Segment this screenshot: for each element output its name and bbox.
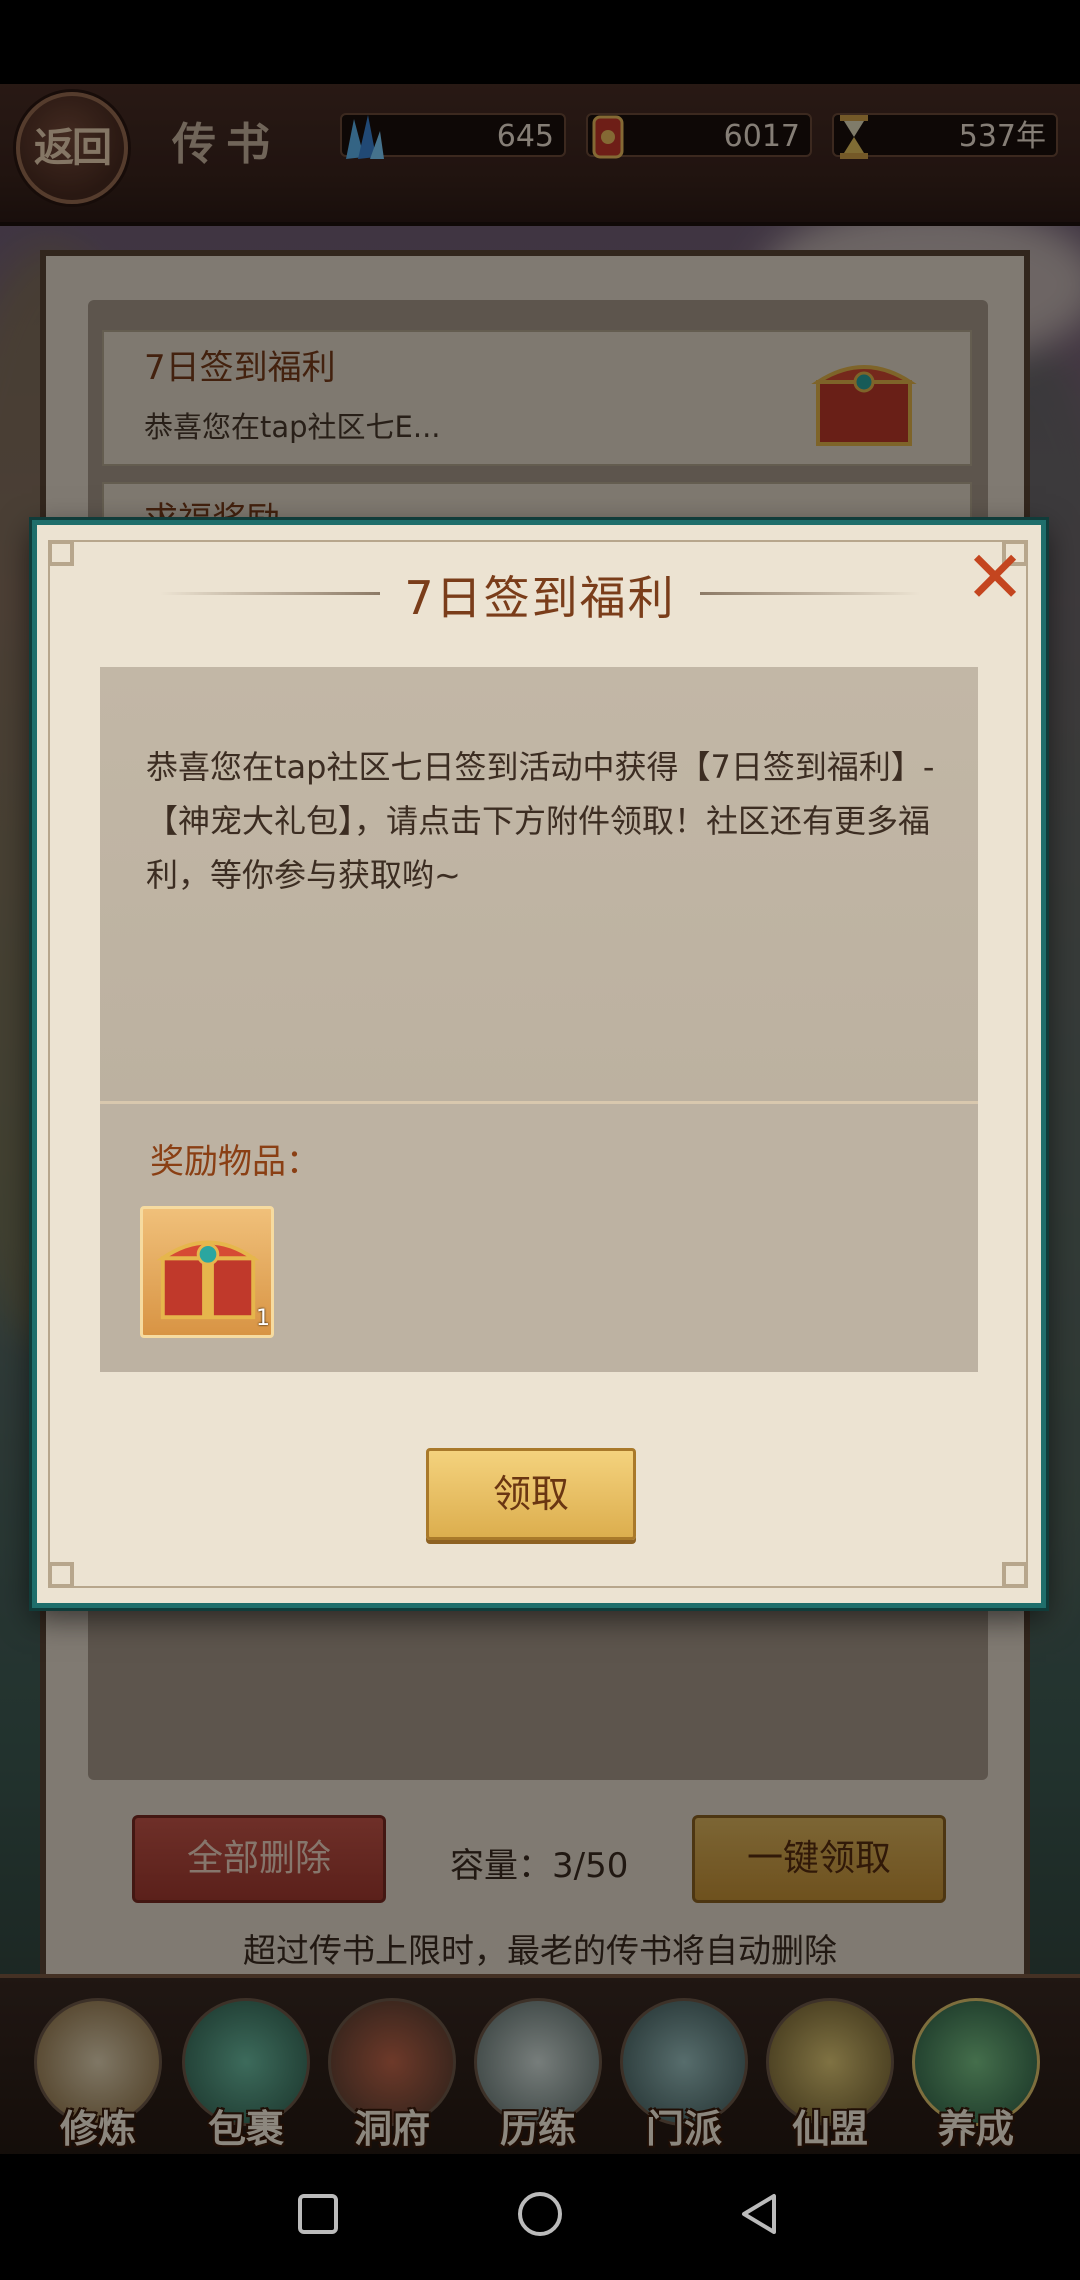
modal-title: 7日签到福利: [404, 571, 676, 625]
reward-count: 1: [256, 1306, 270, 1331]
claim-button[interactable]: 领取: [426, 1448, 636, 1540]
close-icon[interactable]: ✕: [962, 541, 1028, 613]
message-text: 恭喜您在tap社区七日签到活动中获得【7日签到福利】-【神宠大礼包】，请点击下方…: [146, 748, 935, 894]
back-nav-icon[interactable]: [738, 2192, 782, 2236]
system-nav-bar: [0, 2154, 1080, 2280]
frame-corner: [48, 1562, 74, 1588]
reward-item-slot[interactable]: [140, 1206, 274, 1338]
reward-label: 奖励物品：: [150, 1142, 320, 1182]
recents-icon[interactable]: [298, 2194, 338, 2234]
frame-corner: [1002, 1562, 1028, 1588]
treasure-chest-icon: [156, 1240, 260, 1320]
home-icon[interactable]: [518, 2192, 562, 2236]
status-bar: [0, 0, 1080, 84]
